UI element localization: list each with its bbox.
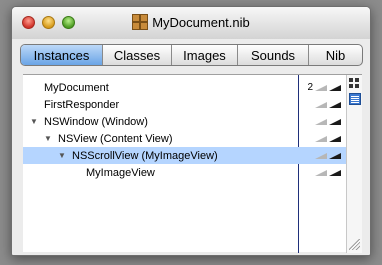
inbound-connection-icon — [315, 101, 327, 108]
outline-row-label: MyDocument — [44, 81, 109, 94]
connection-indicator — [305, 164, 345, 181]
outline-row[interactable]: ▼ NSScrollView (MyImageView) — [23, 147, 362, 164]
connection-indicator — [305, 96, 345, 113]
resize-handle[interactable] — [349, 239, 360, 250]
inbound-connection-icon — [315, 118, 327, 125]
outline-row[interactable]: FirstResponder — [23, 96, 362, 113]
inbound-connection-icon — [315, 84, 327, 91]
outline-row[interactable]: MyDocument 2 — [23, 79, 362, 96]
disclosure-triangle-icon[interactable]: ▼ — [29, 117, 39, 127]
inbound-connection-icon — [315, 152, 327, 159]
outbound-connection-icon — [329, 101, 341, 108]
tab-nib[interactable]: Nib — [309, 45, 362, 65]
inbound-connection-icon — [315, 169, 327, 176]
nib-window: MyDocument.nib Instances Classes Images … — [11, 6, 371, 256]
tab-classes[interactable]: Classes — [103, 45, 172, 65]
disclosure-triangle-icon[interactable]: ▼ — [57, 151, 67, 161]
tab-instances[interactable]: Instances — [21, 45, 103, 65]
instances-outline: MyDocument 2 FirstResponder ▼ NSWindow (Wind… — [23, 74, 362, 253]
grid-view-icon[interactable] — [349, 78, 361, 90]
outline-row[interactable]: ▼ NSWindow (Window) — [23, 113, 362, 130]
titlebar: MyDocument.nib — [12, 7, 370, 39]
inbound-connection-icon — [315, 135, 327, 142]
outbound-connection-icon — [329, 152, 341, 159]
window-title-group: MyDocument.nib — [12, 14, 370, 30]
object-list: MyDocument 2 FirstResponder ▼ NSWindow (Wind… — [23, 79, 362, 181]
outline-row-label: NSView (Content View) — [58, 132, 173, 145]
list-view-icon[interactable] — [349, 93, 361, 105]
connection-indicator — [305, 113, 345, 130]
tab-sounds[interactable]: Sounds — [238, 45, 309, 65]
tab-images[interactable]: Images — [172, 45, 238, 65]
outbound-connection-icon — [329, 135, 341, 142]
outline-row-label: NSWindow (Window) — [44, 115, 148, 128]
outline-row[interactable]: ▼ NSView (Content View) — [23, 130, 362, 147]
outline-row-label: MyImageView — [86, 166, 155, 179]
connection-indicator — [305, 130, 345, 147]
connection-indicator: 2 — [305, 79, 345, 96]
connection-count: 2 — [307, 82, 313, 93]
nib-file-icon — [132, 14, 149, 30]
outbound-connection-icon — [329, 118, 341, 125]
outline-row-label: FirstResponder — [44, 98, 120, 111]
outbound-connection-icon — [329, 84, 341, 91]
tab-bar: Instances Classes Images Sounds Nib — [20, 44, 363, 66]
disclosure-triangle-icon[interactable]: ▼ — [43, 134, 53, 144]
outline-row[interactable]: MyImageView — [23, 164, 362, 181]
outbound-connection-icon — [329, 169, 341, 176]
window-title: MyDocument.nib — [152, 14, 250, 30]
connection-indicator — [305, 147, 345, 164]
outline-row-label: NSScrollView (MyImageView) — [72, 149, 218, 162]
view-mode-bar — [346, 75, 362, 253]
